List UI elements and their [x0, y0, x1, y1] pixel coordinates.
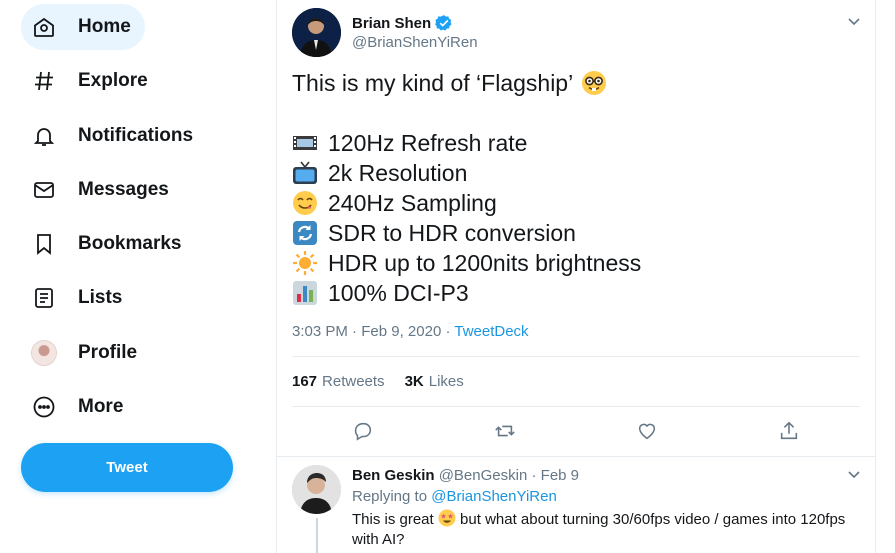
nav-notifications-label: Notifications	[78, 125, 194, 146]
tweet-meta: 3:03 PM · Feb 9, 2020 · TweetDeck	[292, 323, 529, 340]
replying-to-link[interactable]: @BrianShenYiRen	[431, 488, 557, 505]
retweets-stat[interactable]: 167 Retweets	[292, 373, 385, 390]
tweet-line: HDR up to 1200nits brightness	[292, 248, 641, 278]
nav-lists[interactable]: Lists	[21, 275, 136, 321]
tweet-line-text: 2k Resolution	[328, 160, 468, 186]
reply-icon[interactable]	[352, 420, 374, 442]
hashtag-icon	[31, 68, 57, 94]
likes-stat[interactable]: 3K Likes	[405, 373, 464, 390]
author-avatar[interactable]	[292, 8, 341, 57]
tweet-time[interactable]: 3:03 PM	[292, 323, 348, 340]
film-frames-emoji-icon	[292, 130, 318, 156]
tweet-headline-line: This is my kind of ‘Flagship’	[292, 68, 641, 98]
reply-author-name[interactable]: Ben Geskin	[352, 467, 435, 484]
reply-text: This is great but what about turning 30/…	[352, 509, 862, 550]
tweet-line: SDR to HDR conversion	[292, 218, 641, 248]
tweet-line: 2k Resolution	[292, 158, 641, 188]
tweet-stats: 167 Retweets 3K Likes	[292, 373, 484, 390]
tweet-line: 100% DCI-P3	[292, 278, 641, 308]
nav-explore-label: Explore	[78, 70, 148, 91]
face-savoring-food-emoji-icon	[292, 190, 318, 216]
repeat-arrows-emoji-icon	[292, 220, 318, 246]
sun-emoji-icon	[292, 250, 318, 276]
tweet-date[interactable]: Feb 9, 2020	[361, 323, 441, 340]
tweet-actions	[292, 420, 860, 444]
home-icon	[31, 14, 57, 40]
nav-explore[interactable]: Explore	[21, 58, 162, 104]
sidebar: Home Explore Notifications Messages Book…	[0, 0, 276, 553]
separator-dot: ·	[352, 323, 362, 340]
tweet-detail: Brian Shen @BrianShenYiRen This is my ki…	[276, 0, 876, 553]
tweet-button[interactable]: Tweet	[21, 443, 233, 492]
tweet-source-link[interactable]: TweetDeck	[454, 323, 528, 340]
reply-author-handle[interactable]: @BenGeskin	[439, 467, 528, 484]
divider	[277, 456, 875, 457]
profile-avatar	[31, 340, 57, 366]
replying-prefix: Replying to	[352, 488, 428, 505]
replying-to: Replying to @BrianShenYiRen	[352, 488, 557, 505]
nav-messages[interactable]: Messages	[21, 167, 183, 213]
nav-profile[interactable]: Profile	[21, 330, 151, 376]
separator-dot: ·	[531, 467, 541, 484]
nav-bookmarks[interactable]: Bookmarks	[21, 221, 196, 267]
tweet-line: 240Hz Sampling	[292, 188, 641, 218]
retweets-count: 167	[292, 373, 318, 390]
nav-home[interactable]: Home	[21, 4, 145, 50]
star-struck-emoji-icon	[438, 509, 456, 527]
more-circle-icon	[31, 394, 57, 420]
likes-count: 3K	[404, 373, 424, 390]
author-name[interactable]: Brian Shen	[352, 14, 453, 32]
list-icon	[31, 285, 57, 311]
author-name-text: Brian Shen	[352, 14, 432, 32]
nav-bookmarks-label: Bookmarks	[78, 233, 182, 254]
tweet-text: This is my kind of ‘Flagship’ 120Hz Refr…	[292, 68, 641, 308]
tweet-line-text: 120Hz Refresh rate	[328, 130, 528, 156]
nav-profile-label: Profile	[78, 342, 138, 363]
tweet-line: 120Hz Refresh rate	[292, 128, 641, 158]
bell-icon	[31, 123, 57, 149]
tweet-headline: This is my kind of ‘Flagship’	[292, 70, 574, 96]
reply-header: Ben Geskin @BenGeskin · Feb 9	[352, 467, 579, 484]
divider	[292, 356, 860, 357]
author-handle[interactable]: @BrianShenYiRen	[352, 34, 478, 51]
nav-lists-label: Lists	[78, 287, 123, 308]
chevron-down-icon[interactable]	[847, 467, 861, 481]
bar-chart-emoji-icon	[292, 280, 318, 306]
likes-label: Likes	[428, 373, 464, 390]
envelope-icon	[31, 177, 57, 203]
nav-more-label: More	[78, 396, 124, 417]
tweet-line-text: 100% DCI-P3	[328, 280, 469, 306]
divider	[292, 406, 860, 407]
reply-text-before: This is great	[352, 511, 434, 528]
nav-messages-label: Messages	[78, 179, 169, 200]
reply-author-avatar[interactable]	[292, 465, 341, 514]
reply-date[interactable]: Feb 9	[541, 467, 579, 484]
tweet-line-text: HDR up to 1200nits brightness	[328, 250, 642, 276]
retweet-icon[interactable]	[494, 420, 516, 442]
bookmark-icon	[31, 231, 57, 257]
television-emoji-icon	[292, 160, 318, 186]
nav-home-label: Home	[78, 16, 131, 37]
nav-notifications[interactable]: Notifications	[21, 113, 207, 159]
like-icon[interactable]	[636, 420, 658, 442]
thread-line	[316, 518, 318, 553]
tweet-line-text: SDR to HDR conversion	[328, 220, 576, 246]
nerd-face-emoji-icon	[581, 70, 607, 96]
tweet-line-text: 240Hz Sampling	[328, 190, 497, 216]
retweets-label: Retweets	[322, 373, 385, 390]
nav-more[interactable]: More	[21, 384, 137, 430]
share-icon[interactable]	[778, 420, 800, 442]
verified-badge-icon	[435, 15, 452, 31]
chevron-down-icon[interactable]	[847, 14, 861, 28]
